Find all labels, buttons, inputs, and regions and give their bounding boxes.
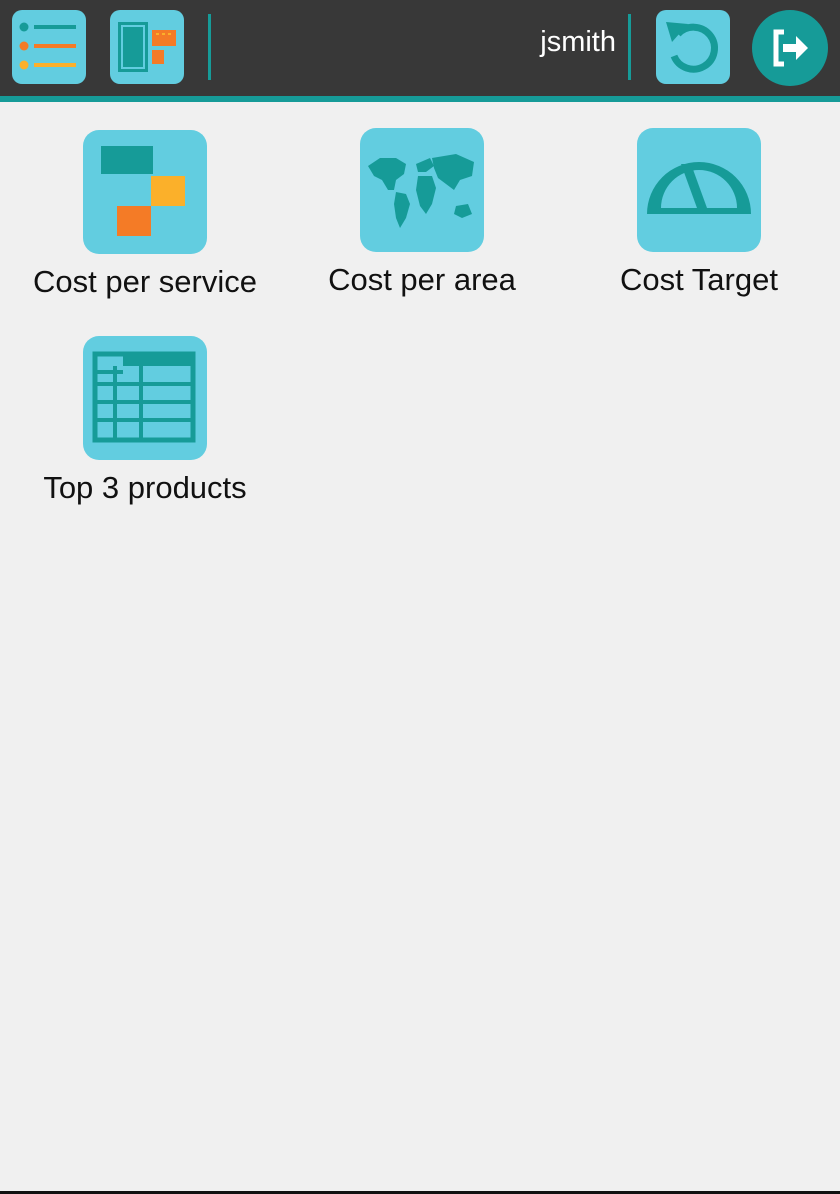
tile-top-3-products[interactable]: Top 3 products bbox=[20, 336, 270, 508]
toolbar-separator bbox=[628, 14, 631, 80]
tile-icon-box bbox=[360, 128, 484, 252]
refresh-icon bbox=[666, 22, 718, 73]
top-bar: jsmith bbox=[0, 0, 840, 102]
tile-label: Top 3 products bbox=[43, 470, 247, 505]
tile-label: Cost per area bbox=[328, 262, 516, 297]
world-map-icon bbox=[368, 154, 474, 228]
tile-label: Cost per service bbox=[33, 264, 257, 299]
tile-label: Cost Target bbox=[620, 262, 778, 297]
tile-cost-per-service[interactable]: Cost per service bbox=[20, 130, 270, 302]
tile-icon-box bbox=[637, 128, 761, 252]
dashboard-button[interactable] bbox=[110, 10, 184, 84]
list-menu-icon bbox=[19, 22, 76, 70]
tile-icon-box bbox=[83, 336, 207, 460]
table-icon bbox=[92, 351, 196, 443]
dashboard-layout-icon bbox=[118, 22, 176, 72]
gauge-icon bbox=[647, 162, 751, 214]
menu-button[interactable] bbox=[12, 10, 86, 84]
tile-cost-target[interactable]: Cost Target bbox=[574, 128, 824, 300]
refresh-button[interactable] bbox=[656, 10, 730, 84]
username-label: jsmith bbox=[540, 26, 616, 58]
logout-icon bbox=[773, 29, 808, 67]
tile-cost-per-area[interactable]: Cost per area bbox=[297, 128, 547, 300]
service-blocks-icon bbox=[101, 146, 185, 236]
tile-icon-box bbox=[83, 130, 207, 254]
logout-button[interactable] bbox=[752, 10, 828, 86]
toolbar-separator bbox=[208, 14, 211, 80]
